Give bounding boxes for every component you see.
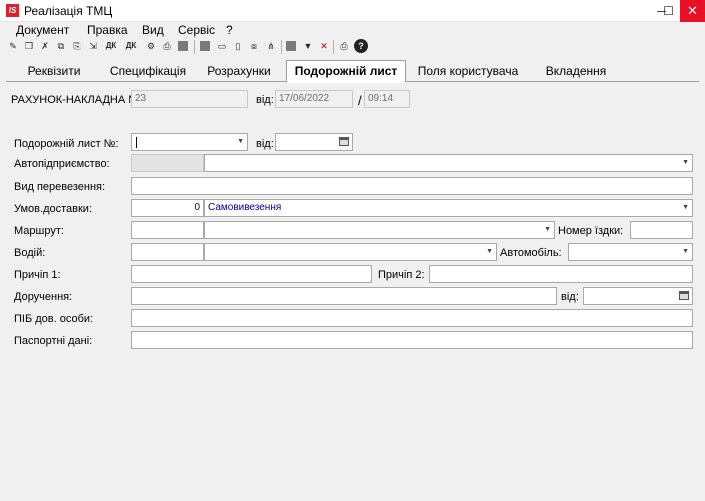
- transport-company-select[interactable]: ▼: [204, 154, 693, 172]
- tab-requisites[interactable]: Реквізити: [6, 62, 102, 82]
- waybill-number-label: Подорожній лист №:: [14, 138, 119, 150]
- app-logo-icon: IS: [6, 4, 19, 17]
- invoice-time-field: 09:14: [364, 90, 410, 108]
- maximize-button[interactable]: ☐: [657, 0, 680, 22]
- menu-document[interactable]: Документ: [16, 23, 69, 37]
- passport-label: Паспортні дані:: [14, 335, 93, 347]
- toolbar-separator: [333, 40, 334, 54]
- sort-icon[interactable]: [286, 41, 296, 51]
- chevron-down-icon: ▼: [682, 204, 689, 211]
- link-icon[interactable]: ⧈: [247, 39, 261, 53]
- help-icon[interactable]: ?: [354, 39, 368, 53]
- menu-service[interactable]: Сервіс: [178, 23, 215, 37]
- toolbar: ✎ ❐ ✗ ⧉ ⎘ ⇲ ДК ДК ⚙ ⎙ ▭ ▯ ⧈ ⋔ ▼ ✕ ⎙ ?: [0, 38, 705, 56]
- chevron-down-icon: ▼: [544, 226, 551, 233]
- debit-credit-alt-icon[interactable]: ДК: [124, 39, 138, 53]
- duplicate-icon[interactable]: ⧉: [54, 39, 68, 53]
- trip-number-field[interactable]: [630, 221, 693, 239]
- chevron-down-icon: ▼: [486, 248, 493, 255]
- passport-field[interactable]: [131, 331, 693, 349]
- poa-date-label: від:: [561, 291, 579, 303]
- route-label: Маршрут:: [14, 225, 64, 237]
- menu-edit[interactable]: Правка: [87, 23, 128, 37]
- route-select[interactable]: ▼: [204, 221, 555, 239]
- tab-waybill[interactable]: Подорожній лист: [286, 60, 406, 83]
- transport-company-code-field: [131, 154, 204, 172]
- tab-user-fields[interactable]: Поля користувача: [408, 62, 528, 82]
- toolbar-separator: [194, 40, 195, 54]
- clear-filter-icon[interactable]: ✕: [317, 39, 331, 53]
- date-time-separator: /: [358, 93, 362, 108]
- transport-type-field[interactable]: [131, 177, 693, 195]
- print-preview-icon[interactable]: ⎙: [160, 39, 174, 53]
- poa-date-field[interactable]: [583, 287, 693, 305]
- menu-view[interactable]: Вид: [142, 23, 164, 37]
- vehicle-label: Автомобіль:: [500, 247, 562, 259]
- authorized-person-field[interactable]: [131, 309, 693, 327]
- delivery-terms-code-field[interactable]: 0: [131, 199, 204, 217]
- trailer2-label: Причіп 2:: [378, 269, 425, 281]
- driver-select[interactable]: ▼: [204, 243, 497, 261]
- new-doc-icon[interactable]: ✎: [6, 39, 20, 53]
- chevron-down-icon: ▼: [682, 159, 689, 166]
- waybill-date-field[interactable]: [275, 133, 353, 151]
- title-bar: IS Реалізація ТМЦ ─ ☐ ✕: [0, 0, 705, 22]
- delete-doc-icon[interactable]: ✗: [38, 39, 52, 53]
- trailer2-field[interactable]: [429, 265, 693, 283]
- transport-type-label: Вид перевезення:: [14, 181, 106, 193]
- close-button[interactable]: ✕: [680, 0, 705, 22]
- tab-payments[interactable]: Розрахунки: [194, 62, 284, 82]
- vehicle-select[interactable]: ▼: [568, 243, 693, 261]
- tab-attachments[interactable]: Вкладення: [530, 62, 622, 82]
- calendar-icon[interactable]: [339, 137, 349, 146]
- power-of-attorney-label: Доручення:: [14, 291, 73, 303]
- nav-icon[interactable]: ⇲: [86, 39, 100, 53]
- delivery-terms-select[interactable]: Самовивезення ▼: [204, 199, 693, 217]
- driver-label: Водій:: [14, 247, 46, 259]
- tab-specification[interactable]: Специфікація: [102, 62, 194, 82]
- window-title: Реалізація ТМЦ: [24, 4, 113, 18]
- tree-icon[interactable]: ⋔: [264, 39, 278, 53]
- paste-icon[interactable]: ⎘: [70, 39, 84, 53]
- copy-doc-icon[interactable]: ❐: [22, 39, 36, 53]
- invoice-date-label: від:: [256, 94, 274, 106]
- debit-credit-icon[interactable]: ДК: [104, 39, 118, 53]
- invoice-date-field: 17/06/2022: [275, 90, 353, 108]
- trailer1-label: Причіп 1:: [14, 269, 61, 281]
- chevron-down-icon: ▼: [682, 248, 689, 255]
- menu-help[interactable]: ?: [226, 23, 233, 37]
- grid-icon[interactable]: [200, 41, 210, 51]
- authorized-person-label: ПІБ дов. особи:: [14, 313, 94, 325]
- trip-number-label: Номер їздки:: [558, 225, 624, 237]
- waybill-number-select[interactable]: ▼: [131, 133, 248, 151]
- delivery-terms-label: Умов.доставки:: [14, 203, 92, 215]
- trailer1-field[interactable]: [131, 265, 372, 283]
- text-caret: [136, 137, 137, 148]
- split-icon[interactable]: ▯: [231, 39, 245, 53]
- columns-icon[interactable]: ▭: [215, 39, 229, 53]
- invoice-label: РАХУНОК-НАКЛАДНА №:: [11, 94, 144, 106]
- transport-company-label: Автопідприємство:: [14, 158, 110, 170]
- calendar-icon[interactable]: [679, 291, 689, 300]
- print-icon[interactable]: ⎙: [337, 39, 351, 53]
- route-code-field[interactable]: [131, 221, 204, 239]
- report-icon[interactable]: [178, 41, 188, 51]
- waybill-date-label: від:: [256, 138, 274, 150]
- tab-strip: Реквізити Специфікація Розрахунки Подоро…: [6, 60, 699, 83]
- power-of-attorney-field[interactable]: [131, 287, 557, 305]
- menu-bar: Документ Правка Вид Сервіс ?: [0, 22, 705, 38]
- filter-icon[interactable]: ▼: [301, 39, 315, 53]
- invoice-number-field: 23: [131, 90, 248, 108]
- toolbar-separator: [281, 40, 282, 54]
- settings-icon[interactable]: ⚙: [144, 39, 158, 53]
- chevron-down-icon: ▼: [237, 138, 244, 145]
- driver-code-field[interactable]: [131, 243, 204, 261]
